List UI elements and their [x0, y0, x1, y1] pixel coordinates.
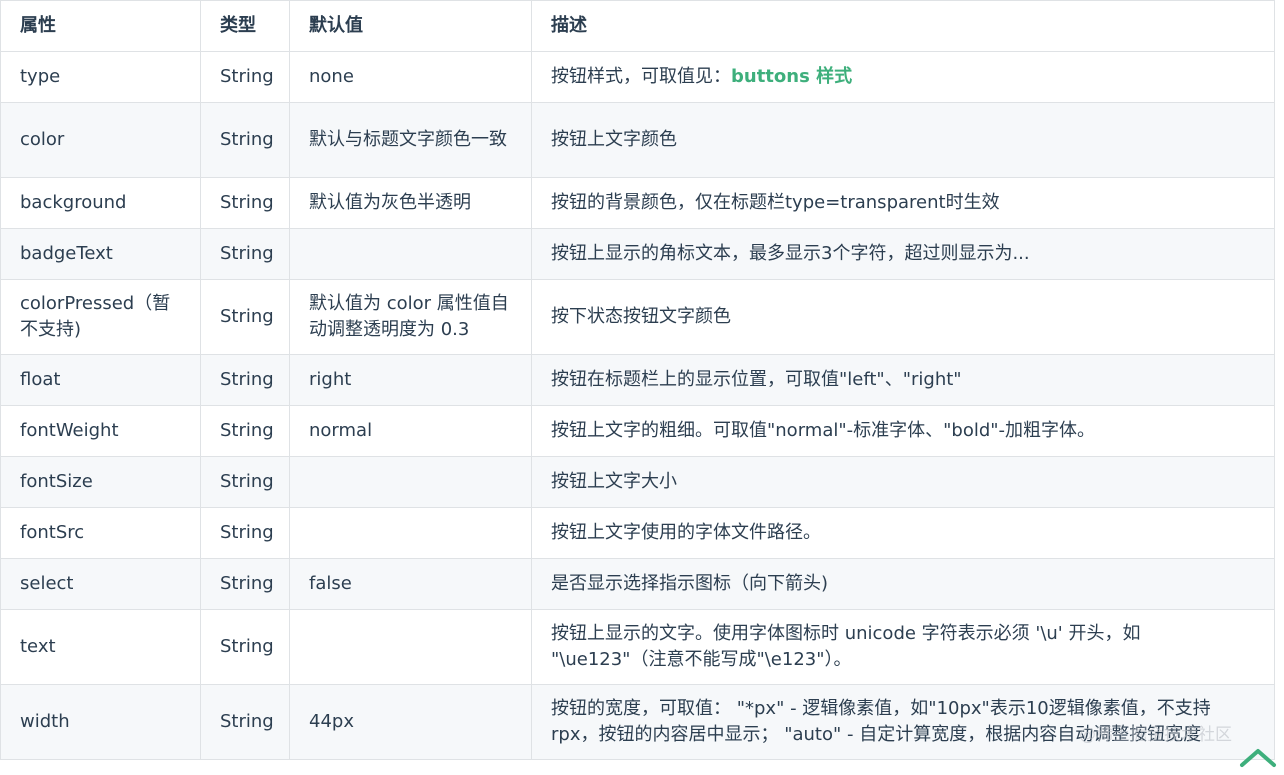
- cell-default: 默认与标题文字颜色一致: [289, 102, 532, 178]
- header-attribute: 属性: [0, 0, 201, 52]
- cell-type: String: [200, 354, 290, 406]
- cell-description: 按钮上显示的角标文本，最多显示3个字符，超过则显示为...: [531, 228, 1275, 280]
- cell-type: String: [200, 177, 290, 229]
- cell-type: String: [200, 102, 290, 178]
- table-row: fontSize String 按钮上文字大小: [0, 456, 1275, 508]
- table-row: type String none 按钮样式，可取值见：buttons 样式: [0, 51, 1275, 103]
- buttons-style-link[interactable]: buttons 样式: [731, 66, 852, 87]
- header-type: 类型: [200, 0, 290, 52]
- table-row: fontWeight String normal 按钮上文字的粗细。可取值"no…: [0, 405, 1275, 457]
- cell-type: String: [200, 507, 290, 559]
- cell-attribute: colorPressed（暂不支持): [0, 279, 201, 355]
- table-row: text String 按钮上显示的文字。使用字体图标时 unicode 字符表…: [0, 609, 1275, 685]
- cell-attribute: width: [0, 684, 201, 760]
- cell-description: 按钮的背景颜色，仅在标题栏type=transparent时生效: [531, 177, 1275, 229]
- cell-description: 按钮上文字使用的字体文件路径。: [531, 507, 1275, 559]
- table-row: badgeText String 按钮上显示的角标文本，最多显示3个字符，超过则…: [0, 228, 1275, 280]
- cell-default: [289, 507, 532, 559]
- cell-attribute: color: [0, 102, 201, 178]
- cell-attribute: fontSize: [0, 456, 201, 508]
- header-description: 描述: [531, 0, 1275, 52]
- attribute-table: 属性 类型 默认值 描述 type String none 按钮样式，可取值见：…: [0, 0, 1275, 760]
- header-default: 默认值: [289, 0, 532, 52]
- cell-description: 按钮上文字颜色: [531, 102, 1275, 178]
- cell-type: String: [200, 405, 290, 457]
- cell-type: String: [200, 684, 290, 760]
- cell-description: 是否显示选择指示图标（向下箭头): [531, 558, 1275, 610]
- cell-default: [289, 609, 532, 685]
- cell-attribute: select: [0, 558, 201, 610]
- cell-description: 按钮在标题栏上的显示位置，可取值"left"、"right": [531, 354, 1275, 406]
- cell-default: [289, 228, 532, 280]
- cell-type: String: [200, 279, 290, 355]
- cell-attribute: fontSrc: [0, 507, 201, 559]
- cell-default: none: [289, 51, 532, 103]
- table-row: select String false 是否显示选择指示图标（向下箭头): [0, 558, 1275, 610]
- cell-attribute: fontWeight: [0, 405, 201, 457]
- table-header-row: 属性 类型 默认值 描述: [0, 0, 1275, 52]
- cell-description: 按下状态按钮文字颜色: [531, 279, 1275, 355]
- cell-description: 按钮上文字大小: [531, 456, 1275, 508]
- cell-description: 按钮上显示的文字。使用字体图标时 unicode 字符表示必须 '\u' 开头，…: [531, 609, 1275, 685]
- cell-default: [289, 456, 532, 508]
- cell-attribute: float: [0, 354, 201, 406]
- cell-type: String: [200, 228, 290, 280]
- cell-type: String: [200, 456, 290, 508]
- cell-attribute: badgeText: [0, 228, 201, 280]
- table-row: background String 默认值为灰色半透明 按钮的背景颜色，仅在标题…: [0, 177, 1275, 229]
- table-row: colorPressed（暂不支持) String 默认值为 color 属性值…: [0, 279, 1275, 355]
- cell-default: 44px: [289, 684, 532, 760]
- back-to-top-button[interactable]: [1236, 741, 1280, 771]
- table-row: color String 默认与标题文字颜色一致 按钮上文字颜色: [0, 102, 1275, 178]
- attribute-table-container: 属性 类型 默认值 描述 type String none 按钮样式，可取值见：…: [0, 0, 1275, 760]
- table-row: fontSrc String 按钮上文字使用的字体文件路径。: [0, 507, 1275, 559]
- cell-description: 按钮上文字的粗细。可取值"normal"-标准字体、"bold"-加粗字体。: [531, 405, 1275, 457]
- cell-type: String: [200, 558, 290, 610]
- cell-default: right: [289, 354, 532, 406]
- watermark: @稀土掘金技术社区: [1079, 725, 1232, 745]
- cell-default: normal: [289, 405, 532, 457]
- cell-type: String: [200, 609, 290, 685]
- cell-default: 默认值为 color 属性值自动调整透明度为 0.3: [289, 279, 532, 355]
- cell-type: String: [200, 51, 290, 103]
- description-text: 按钮样式，可取值见：: [551, 66, 731, 87]
- cell-description: 按钮样式，可取值见：buttons 样式: [531, 51, 1275, 103]
- cell-attribute: background: [0, 177, 201, 229]
- cell-attribute: text: [0, 609, 201, 685]
- chevron-up-icon: [1236, 749, 1280, 775]
- cell-default: false: [289, 558, 532, 610]
- cell-default: 默认值为灰色半透明: [289, 177, 532, 229]
- table-row: float String right 按钮在标题栏上的显示位置，可取值"left…: [0, 354, 1275, 406]
- cell-attribute: type: [0, 51, 201, 103]
